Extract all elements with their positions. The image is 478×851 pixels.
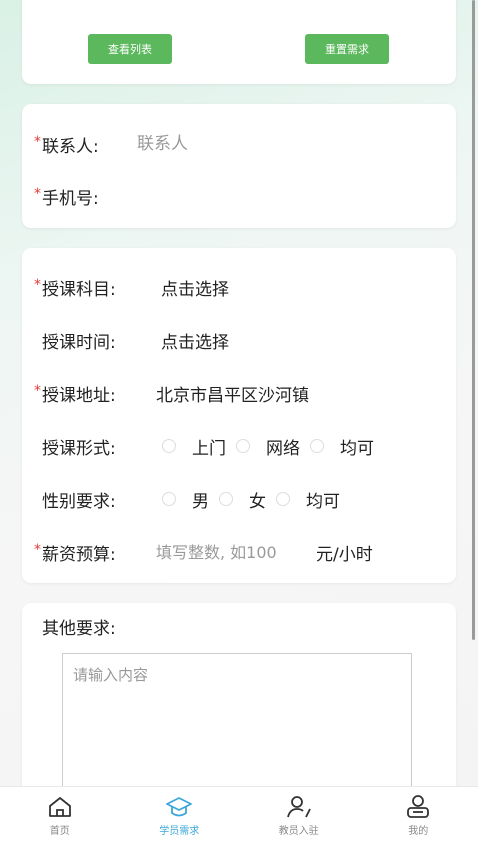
actions-card: 查看列表 重置需求: [22, 0, 456, 84]
gender-radio-group: 男 女 均可: [162, 484, 350, 514]
contact-card: * 联系人: * 手机号:: [22, 104, 456, 228]
tab-teacher-join[interactable]: 教员入驻: [239, 787, 359, 851]
other-card: 其他要求:: [22, 603, 456, 803]
radio-circle-icon: [162, 439, 176, 453]
contact-name-label: 联系人:: [42, 132, 99, 157]
time-picker[interactable]: 点击选择: [161, 325, 229, 355]
tab-mine[interactable]: 我的: [359, 787, 478, 851]
other-textarea-box: [62, 653, 412, 803]
radio-circle-icon: [276, 492, 290, 506]
time-label: 授课时间:: [42, 328, 116, 353]
graduation-cap-icon: [166, 795, 192, 819]
required-mark: *: [34, 383, 42, 399]
tab-student-demand[interactable]: 学员需求: [120, 787, 240, 851]
bottom-tab-bar: 首页 学员需求 教员入驻 我的: [0, 786, 478, 851]
scrollbar[interactable]: [472, 0, 475, 640]
lesson-card: * 授课科目: 点击选择 授课时间: 点击选择 * 授课地址: 北京市昌平区沙河…: [22, 248, 456, 583]
radio-circle-icon: [162, 492, 176, 506]
gender-option-either[interactable]: 均可: [276, 487, 340, 512]
home-icon: [47, 795, 73, 819]
form-label: 授课形式:: [42, 434, 116, 459]
tab-home[interactable]: 首页: [0, 787, 120, 851]
form-option-online[interactable]: 网络: [236, 434, 300, 459]
reset-demand-button[interactable]: 重置需求: [305, 34, 389, 64]
form-option-either[interactable]: 均可: [310, 434, 374, 459]
subject-label: 授课科目:: [42, 275, 116, 300]
salary-unit: 元/小时: [316, 540, 373, 565]
salary-label: 薪资预算:: [42, 540, 116, 565]
required-mark: *: [34, 277, 42, 293]
salary-input[interactable]: [156, 543, 306, 562]
radio-circle-icon: [236, 439, 250, 453]
phone-row: * 手机号:: [34, 181, 99, 211]
other-label: 其他要求:: [42, 614, 116, 639]
radio-circle-icon: [219, 492, 233, 506]
form-option-onsite[interactable]: 上门: [162, 434, 226, 459]
teacher-icon: [286, 795, 312, 819]
phone-input[interactable]: [137, 186, 417, 206]
address-picker[interactable]: 北京市昌平区沙河镇: [156, 378, 309, 408]
other-textarea[interactable]: [63, 654, 411, 803]
gender-option-female[interactable]: 女: [219, 487, 266, 512]
contact-name-input[interactable]: [137, 134, 417, 154]
required-mark: *: [34, 542, 42, 558]
subject-picker[interactable]: 点击选择: [161, 272, 229, 302]
profile-icon: [405, 795, 431, 819]
phone-label: 手机号:: [42, 184, 99, 209]
gender-option-male[interactable]: 男: [162, 487, 209, 512]
required-mark: *: [34, 186, 42, 202]
required-mark: *: [34, 134, 42, 150]
radio-circle-icon: [310, 439, 324, 453]
address-label: 授课地址:: [42, 381, 116, 406]
form-radio-group: 上门 网络 均可: [162, 431, 384, 461]
view-list-button[interactable]: 查看列表: [88, 34, 172, 64]
gender-label: 性别要求:: [42, 487, 116, 512]
contact-name-row: * 联系人:: [34, 129, 99, 159]
